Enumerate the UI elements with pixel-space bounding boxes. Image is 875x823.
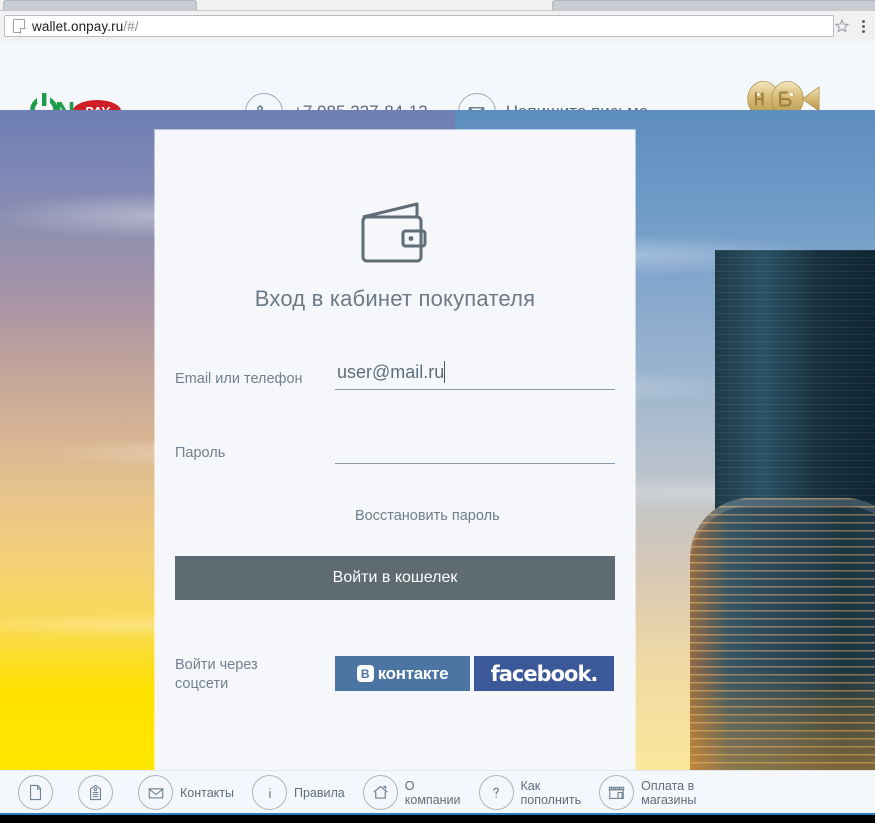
footer-label: Оплата в магазины: [641, 779, 696, 807]
password-label: Пароль: [175, 434, 335, 461]
url-path: /#/: [123, 19, 138, 34]
browser-window: wallet.onpay.ru/#/ N PAY .RU: [0, 0, 875, 823]
footer-label: О компании: [405, 779, 461, 807]
kebab-menu-icon[interactable]: [855, 15, 871, 37]
text-caret: [444, 361, 445, 383]
restore-password-link[interactable]: Восстановить пароль: [355, 508, 615, 524]
footer-item-rules[interactable]: Правила: [252, 775, 345, 810]
home-icon: [363, 775, 398, 810]
document-icon: [18, 775, 53, 810]
skyscraper-photo: [625, 110, 875, 770]
email-control: [335, 360, 615, 390]
footer-item-howto-topup[interactable]: Как пополнить: [479, 775, 582, 810]
password-row: Пароль: [175, 434, 615, 482]
footer-item-about[interactable]: О компании: [363, 775, 461, 810]
browser-tab[interactable]: [3, 0, 197, 10]
password-input[interactable]: [335, 434, 615, 464]
tower-round: [690, 498, 875, 770]
site-footer: Контакты Правила О компании: [0, 770, 875, 814]
footer-label: Правила: [294, 786, 345, 800]
page-title: Вход в кабинет покупателя: [155, 286, 635, 312]
vk-icon: B: [357, 665, 374, 682]
url-host: wallet.onpay.ru: [32, 19, 123, 34]
info-icon: [252, 775, 287, 810]
social-login-label: Войти через соцсети: [175, 656, 335, 694]
login-form: Email или телефон Пароль Восстановить па…: [155, 360, 635, 524]
password-control: [335, 434, 615, 464]
browser-tab[interactable]: [552, 0, 875, 10]
price-tag-icon: [78, 775, 113, 810]
social-buttons: B контакте facebook.: [335, 656, 614, 691]
envelope-icon: [138, 775, 173, 810]
bottom-bar: [0, 815, 875, 823]
wallet-icon: [355, 198, 435, 268]
footer-item-document[interactable]: [18, 775, 60, 810]
footer-item-price-tag[interactable]: [78, 775, 120, 810]
footer-item-contacts[interactable]: Контакты: [138, 775, 234, 810]
star-icon[interactable]: [834, 18, 850, 34]
facebook-label: facebook.: [491, 662, 598, 686]
url-text: wallet.onpay.ru/#/: [32, 19, 139, 34]
tab-strip: [0, 0, 875, 11]
footer-label: Как пополнить: [521, 779, 582, 807]
page-icon: [13, 19, 25, 33]
email-row: Email или телефон: [175, 360, 615, 408]
toolbar: wallet.onpay.ru/#/: [0, 11, 875, 41]
social-login-row: Войти через соцсети B контакте facebook.: [175, 656, 615, 694]
email-input[interactable]: [335, 360, 615, 390]
address-bar[interactable]: wallet.onpay.ru/#/: [4, 15, 834, 37]
shop-icon: [599, 775, 634, 810]
site-header: N PAY .RU +7 985 227-84-12: [0, 41, 875, 111]
facebook-login-button[interactable]: facebook.: [474, 656, 614, 691]
email-label: Email или телефон: [175, 360, 335, 387]
footer-item-pay-in-shops[interactable]: Оплата в магазины: [599, 775, 696, 810]
submit-button[interactable]: Войти в кошелек: [175, 556, 615, 600]
vk-label: контакте: [378, 664, 449, 684]
question-icon: [479, 775, 514, 810]
login-card: Вход в кабинет покупателя Email или теле…: [155, 130, 635, 770]
vk-login-button[interactable]: B контакте: [335, 656, 470, 691]
footer-label: Контакты: [180, 786, 234, 800]
